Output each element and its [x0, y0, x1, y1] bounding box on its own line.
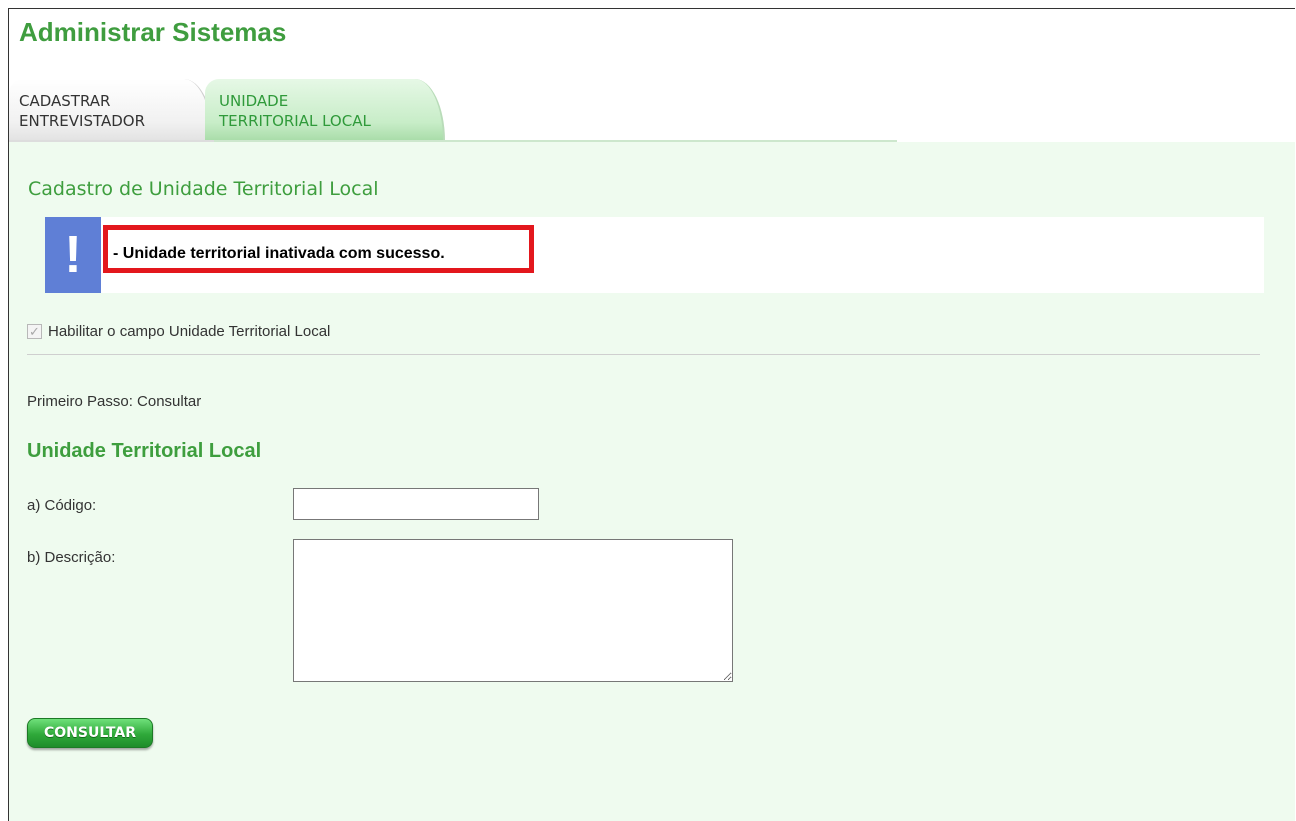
app-frame: Administrar Sistemas CADASTRAR ENTREVIST…: [8, 8, 1295, 821]
content-panel: Cadastro de Unidade Territorial Local ! …: [9, 142, 1295, 821]
page-title: Administrar Sistemas: [19, 17, 287, 47]
enable-field-row: ✓ Habilitar o campo Unidade Territorial …: [27, 323, 330, 340]
form-title: Unidade Territorial Local: [27, 440, 262, 462]
step-text: Primeiro Passo: Consultar: [27, 393, 202, 410]
section-title: Cadastro de Unidade Territorial Local: [28, 178, 379, 200]
descricao-label: b) Descrição:: [27, 549, 116, 566]
tab-label-line2: ENTREVISTADOR: [19, 112, 146, 130]
tab-label-line2: TERRITORIAL LOCAL: [219, 112, 371, 130]
enable-field-label: Habilitar o campo Unidade Territorial Lo…: [48, 323, 331, 340]
tab-cadastrar-entrevistador[interactable]: CADASTRAR ENTREVISTADOR: [9, 79, 214, 141]
enable-field-checkbox[interactable]: ✓: [27, 324, 42, 339]
message-box: ! - Unidade territorial inativada com su…: [45, 217, 1264, 293]
tab-label-line1: CADASTRAR: [19, 92, 111, 110]
divider: [27, 354, 1260, 355]
codigo-label: a) Código:: [27, 497, 97, 514]
descricao-textarea[interactable]: [293, 539, 733, 682]
message-text: - Unidade territorial inativada com suce…: [113, 245, 445, 262]
codigo-input[interactable]: [293, 488, 539, 520]
exclamation-icon: !: [45, 217, 101, 293]
tab-unidade-territorial-local[interactable]: UNIDADE TERRITORIAL LOCAL: [205, 79, 445, 141]
consultar-button[interactable]: CONSULTAR: [27, 718, 153, 748]
tab-label-line1: UNIDADE: [219, 92, 289, 110]
